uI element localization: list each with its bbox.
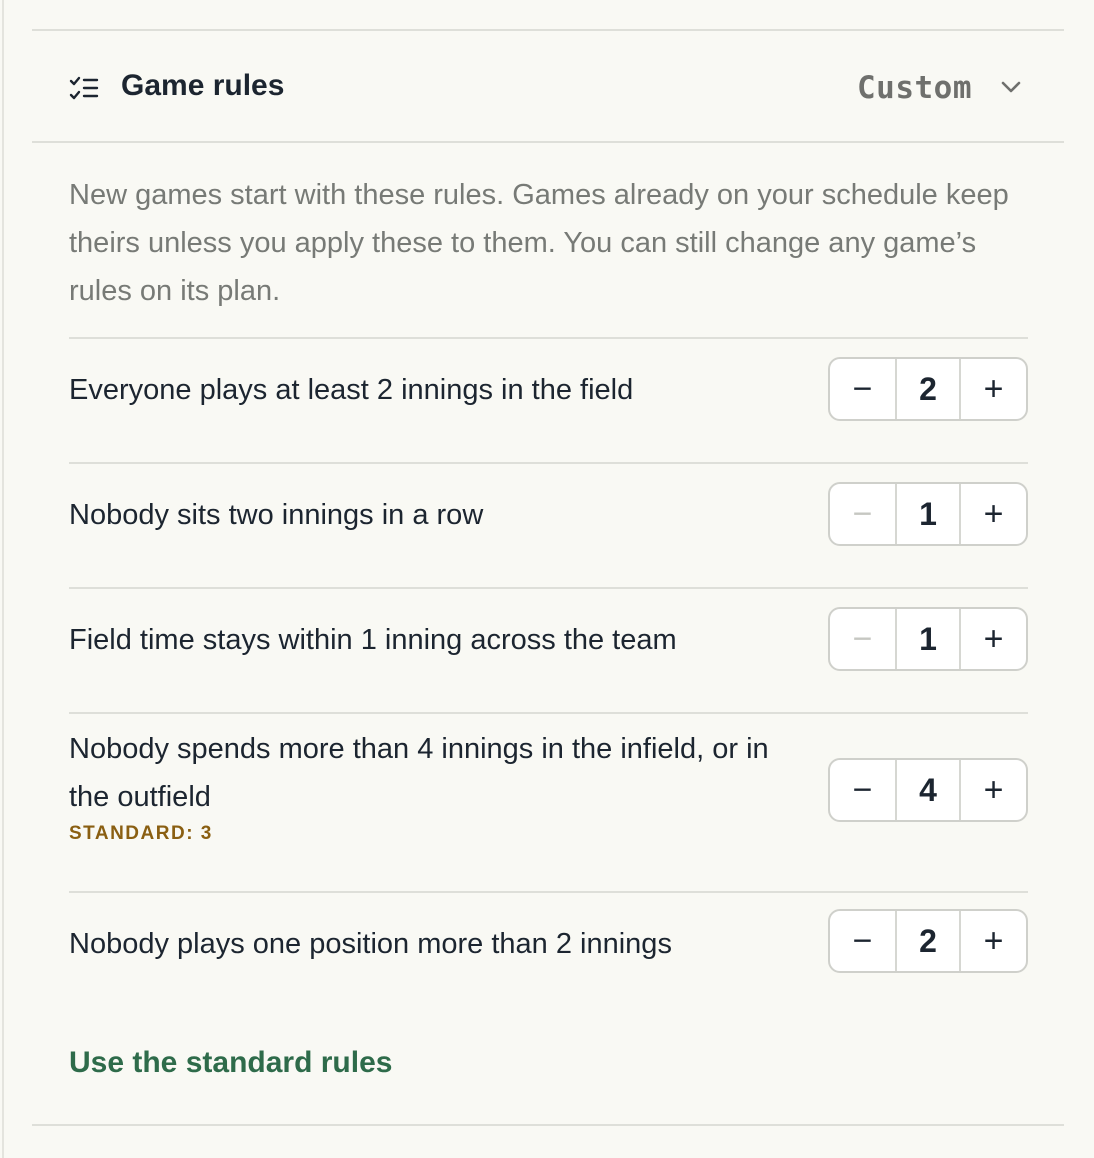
decrement-button[interactable]: − <box>830 760 897 820</box>
rule-row: Nobody plays one position more than 2 in… <box>69 891 1028 1016</box>
stepper-value: 1 <box>919 620 937 657</box>
stepper-value: 2 <box>919 922 937 959</box>
stepper-value: 1 <box>919 495 937 532</box>
rule-row: Everyone plays at least 2 innings in the… <box>69 337 1028 462</box>
rule-value-stepper: −2 + <box>828 357 1028 421</box>
rule-value-stepper: −1 + <box>828 482 1028 546</box>
increment-button[interactable]: + <box>959 609 1026 669</box>
stepper-value: 2 <box>919 370 937 407</box>
decrement-button[interactable]: − <box>830 484 897 544</box>
page-edge <box>2 0 4 1158</box>
increment-button[interactable]: + <box>959 760 1026 820</box>
stepper-value: 4 <box>919 771 937 808</box>
rule-text-block: Nobody plays one position more than 2 in… <box>69 920 809 968</box>
rule-value-stepper: −4 + <box>828 758 1028 822</box>
rule-label: Everyone plays at least 2 innings in the… <box>69 374 634 406</box>
rule-label: Nobody sits two innings in a row <box>69 499 484 531</box>
rules-description: New games start with these rules. Games … <box>69 179 1009 307</box>
decrement-button[interactable]: − <box>830 609 897 669</box>
rule-value-stepper: −1 + <box>828 607 1028 671</box>
panel-body: New games start with these rules. Games … <box>32 171 1064 1016</box>
header-divider <box>32 141 1064 143</box>
decrement-button[interactable]: − <box>830 911 897 971</box>
rule-row: Nobody spends more than 4 innings in the… <box>69 712 1028 891</box>
rule-row: Field time stays within 1 inning across … <box>69 587 1028 712</box>
rule-text-block: Nobody spends more than 4 innings in the… <box>69 725 809 845</box>
use-standard-rules-link[interactable]: Use the standard rules <box>69 1046 392 1080</box>
increment-button[interactable]: + <box>959 911 1026 971</box>
rule-text-block: Nobody sits two innings in a row <box>69 491 809 539</box>
standard-value-note: STANDARD: 3 <box>69 823 213 844</box>
increment-button[interactable]: + <box>959 359 1026 419</box>
bottom-divider <box>32 1124 1064 1126</box>
game-rules-panel: Game rules Custom New games start with t… <box>32 29 1064 1126</box>
decrement-button[interactable]: − <box>830 359 897 419</box>
rule-text-block: Everyone plays at least 2 innings in the… <box>69 366 809 414</box>
rule-label: Nobody plays one position more than 2 in… <box>69 928 672 960</box>
rule-label: Nobody spends more than 4 innings in the… <box>69 733 769 813</box>
checklist-icon <box>69 76 99 100</box>
panel-header[interactable]: Game rules Custom <box>32 31 1064 141</box>
panel-title: Game rules <box>121 69 285 102</box>
preset-select-value[interactable]: Custom <box>857 70 972 106</box>
rule-text-block: Field time stays within 1 inning across … <box>69 616 809 664</box>
rule-label: Field time stays within 1 inning across … <box>69 624 677 656</box>
rule-row: Nobody sits two innings in a row −1 + <box>69 462 1028 587</box>
chevron-down-icon[interactable] <box>1000 79 1022 95</box>
rule-value-stepper: −2 + <box>828 909 1028 973</box>
increment-button[interactable]: + <box>959 484 1026 544</box>
rules-list: Everyone plays at least 2 innings in the… <box>69 337 1028 1016</box>
